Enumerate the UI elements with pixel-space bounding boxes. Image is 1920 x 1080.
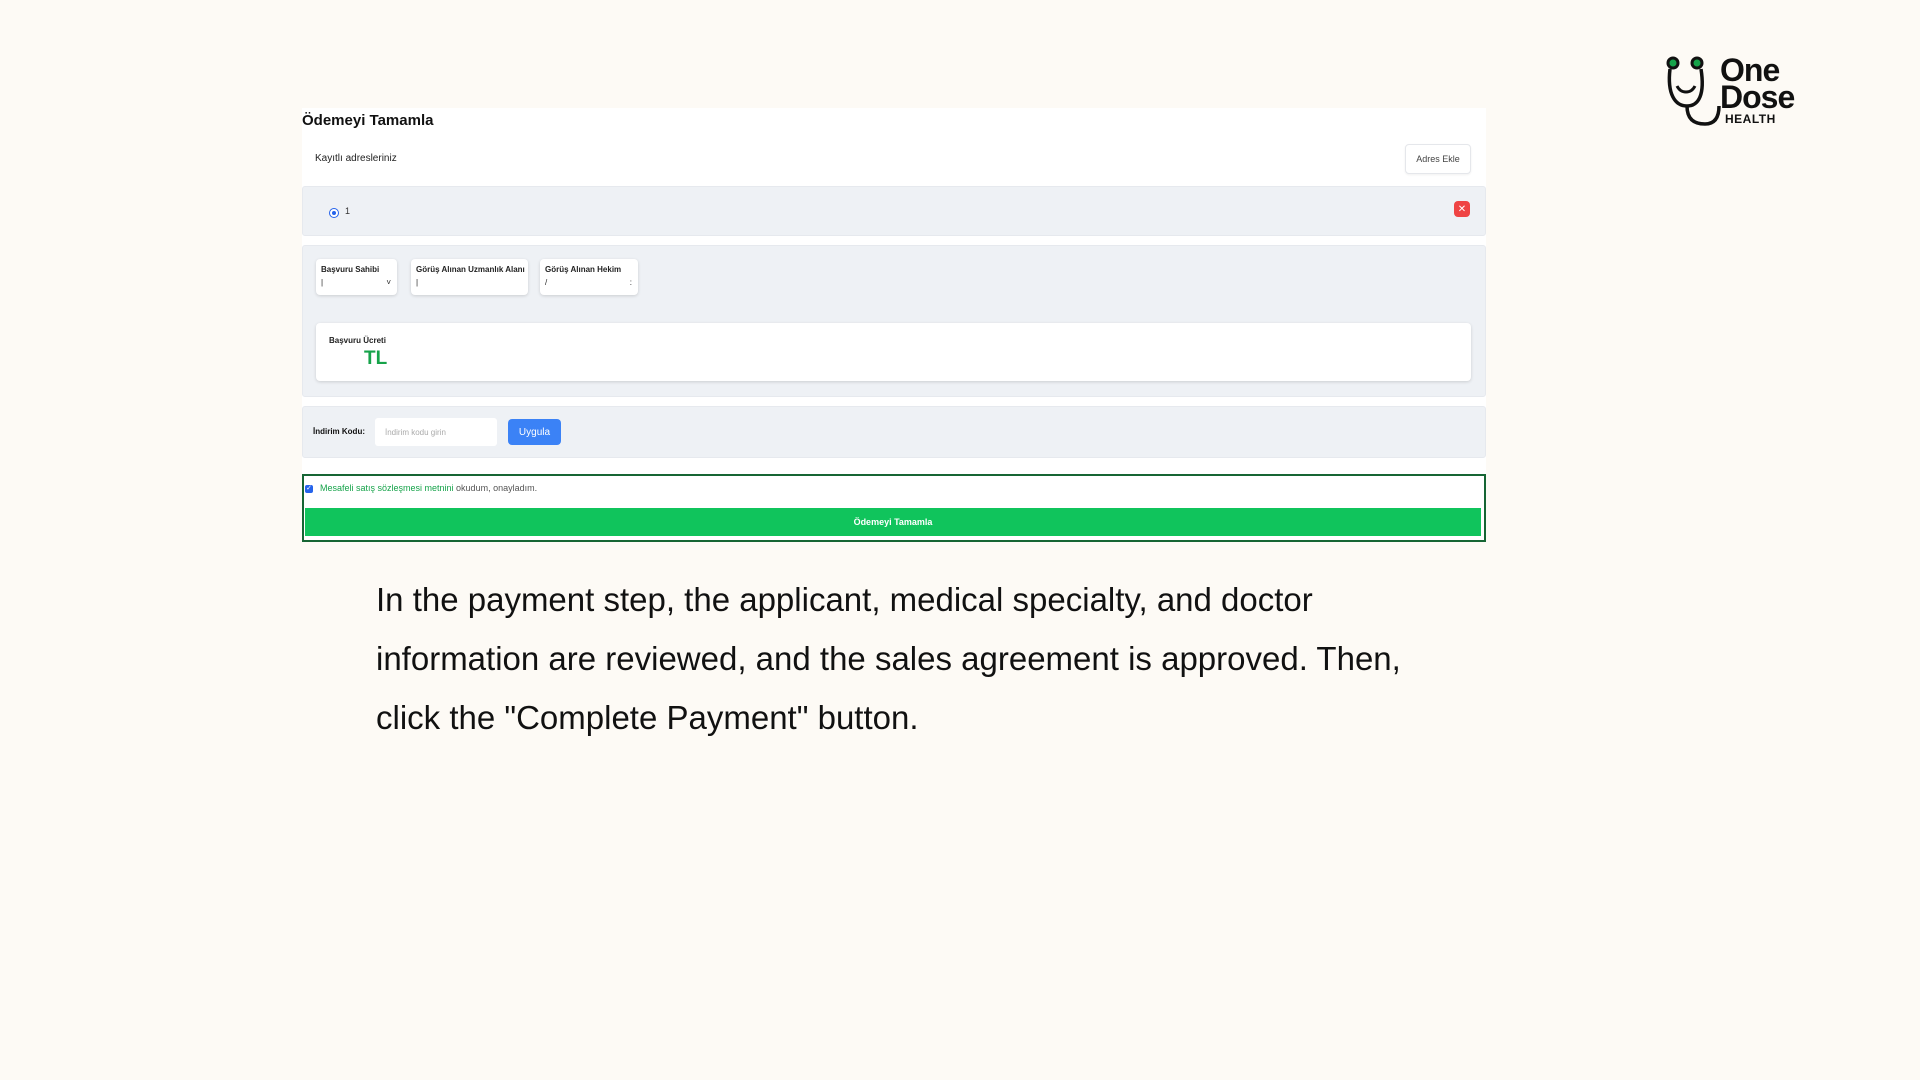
brand-logo: One Dose HEALTH <box>1665 52 1801 130</box>
fee-amount: TL <box>364 348 388 369</box>
address-name: 1 <box>345 206 351 216</box>
brand-name-line3: HEALTH <box>1725 112 1776 126</box>
specialty-label: Görüş Alınan Uzmanlık Alanı <box>416 265 525 274</box>
agreement-checkbox[interactable]: ✓ <box>305 485 313 493</box>
agreement-rest-text: okudum, onayladım. <box>453 483 538 493</box>
close-icon: ✕ <box>1457 203 1467 215</box>
fee-label: Başvuru Ücreti <box>329 336 386 345</box>
doctor-select[interactable]: Görüş Alınan Hekim / : <box>540 259 638 295</box>
discount-section: İndirim Kodu: Uygula <box>302 406 1486 458</box>
delete-address-button[interactable]: ✕ <box>1454 201 1470 217</box>
brand-name-line2: Dose <box>1720 79 1795 115</box>
page-title: Ödemeyi Tamamla <box>302 112 434 129</box>
stethoscope-smile-icon <box>1666 56 1721 126</box>
application-info: Başvuru Sahibi | ˅ Görüş Alınan Uzmanlık… <box>302 245 1486 397</box>
address-item[interactable]: 1 ✕ <box>302 186 1486 236</box>
doctor-label: Görüş Alınan Hekim <box>545 265 622 274</box>
applicant-select[interactable]: Başvuru Sahibi | ˅ <box>316 259 397 295</box>
saved-addresses-label: Kayıtlı adresleriniz <box>315 153 397 164</box>
apply-discount-button[interactable]: Uygula <box>508 419 561 445</box>
specialty-value: | <box>416 278 419 287</box>
applicant-value: | <box>321 278 324 287</box>
add-address-button[interactable]: Adres Ekle <box>1405 144 1471 174</box>
chevron-down-icon: ˅ <box>386 278 391 287</box>
agreement-link[interactable]: Mesafeli satış sözleşmesi metnini <box>320 483 454 493</box>
agreement-section: ✓ Mesafeli satış sözleşmesi metnini okud… <box>302 474 1486 542</box>
applicant-label: Başvuru Sahibi <box>321 265 380 274</box>
fee-card: Başvuru Ücreti TL <box>316 323 1471 381</box>
more-icon: : <box>629 278 632 287</box>
agreement-text: Mesafeli satış sözleşmesi metnini okudum… <box>320 483 537 493</box>
address-radio[interactable] <box>329 208 339 218</box>
complete-payment-button[interactable]: Ödemeyi Tamamla <box>305 508 1481 536</box>
discount-label: İndirim Kodu: <box>313 427 365 436</box>
specialty-select[interactable]: Görüş Alınan Uzmanlık Alanı | <box>411 259 528 295</box>
payment-panel: Ödemeyi Tamamla Kayıtlı adresleriniz Adr… <box>302 108 1486 542</box>
instruction-caption: In the payment step, the applicant, medi… <box>376 581 1401 736</box>
discount-code-input[interactable] <box>375 418 497 446</box>
doctor-value: / <box>545 278 548 287</box>
